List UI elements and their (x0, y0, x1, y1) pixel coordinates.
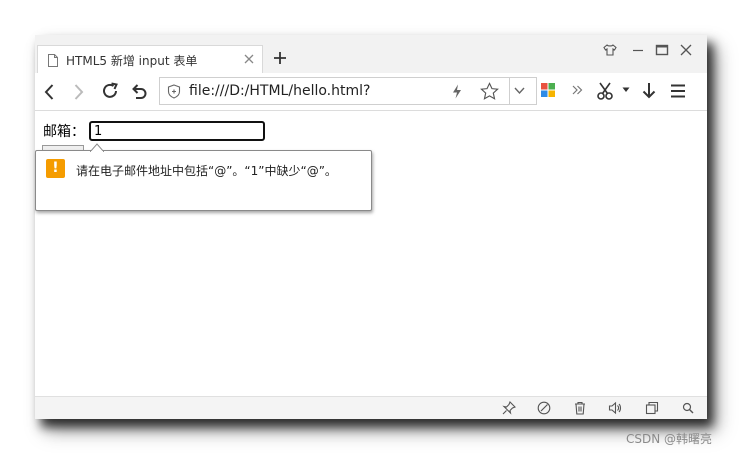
forward-arrow-icon[interactable] (68, 82, 88, 102)
lightning-icon[interactable] (451, 84, 463, 99)
apps-grid-icon[interactable] (540, 82, 556, 98)
trash-icon[interactable] (573, 401, 587, 415)
window-close-icon[interactable] (679, 43, 693, 57)
shield-icon[interactable] (167, 84, 181, 99)
email-input[interactable] (89, 121, 265, 141)
back-arrow-icon[interactable] (40, 82, 60, 102)
maximize-icon[interactable] (655, 43, 669, 57)
address-bar[interactable]: file:///D:/HTML/hello.html? (159, 77, 537, 105)
tooltip-arrow (90, 143, 104, 152)
refresh-icon[interactable] (100, 81, 120, 101)
scissors-icon[interactable] (596, 81, 616, 101)
new-tab-plus-icon[interactable] (273, 51, 287, 65)
warning-icon: ! (46, 159, 65, 178)
address-dropdown[interactable] (509, 77, 529, 105)
status-bar (35, 396, 707, 419)
page-content: 邮箱： 提交 ! 请在电子邮件地址中包括“@”。“1”中缺少“@”。 (35, 111, 707, 396)
tab-title: HTML5 新增 input 表单 (66, 54, 198, 68)
watermark: CSDN @韩曙亮 (626, 432, 713, 446)
undo-icon[interactable] (129, 81, 149, 101)
shirt-icon[interactable] (603, 43, 617, 57)
zoom-icon[interactable] (682, 402, 694, 414)
validation-tooltip: ! 请在电子邮件地址中包括“@”。“1”中缺少“@”。 (35, 143, 372, 211)
speed-dial-icon[interactable] (537, 401, 551, 415)
tab-strip: HTML5 新增 input 表单 (35, 35, 707, 73)
hamburger-menu-icon[interactable] (668, 81, 688, 101)
browser-tab[interactable]: HTML5 新增 input 表单 (37, 45, 263, 73)
download-arrow-icon[interactable] (639, 81, 659, 101)
double-chevron-right-icon[interactable] (571, 84, 583, 96)
minimize-icon[interactable] (631, 43, 645, 57)
chevron-down-icon (514, 87, 525, 95)
validation-message: 请在电子邮件地址中包括“@”。“1”中缺少“@”。 (76, 164, 337, 178)
email-label: 邮箱： (43, 124, 85, 140)
close-tab-icon[interactable] (243, 53, 255, 65)
address-url[interactable]: file:///D:/HTML/hello.html? (189, 83, 370, 99)
pin-icon[interactable] (502, 401, 516, 415)
star-icon[interactable] (480, 82, 499, 101)
chevron-down-small-icon[interactable] (622, 87, 630, 93)
browser-window: HTML5 新增 input 表单 file:///D:/HTML/hello.… (35, 35, 707, 419)
restore-window-icon[interactable] (645, 401, 659, 415)
document-icon (48, 54, 58, 67)
speaker-icon[interactable] (608, 401, 622, 415)
browser-toolbar: file:///D:/HTML/hello.html? (35, 73, 707, 111)
